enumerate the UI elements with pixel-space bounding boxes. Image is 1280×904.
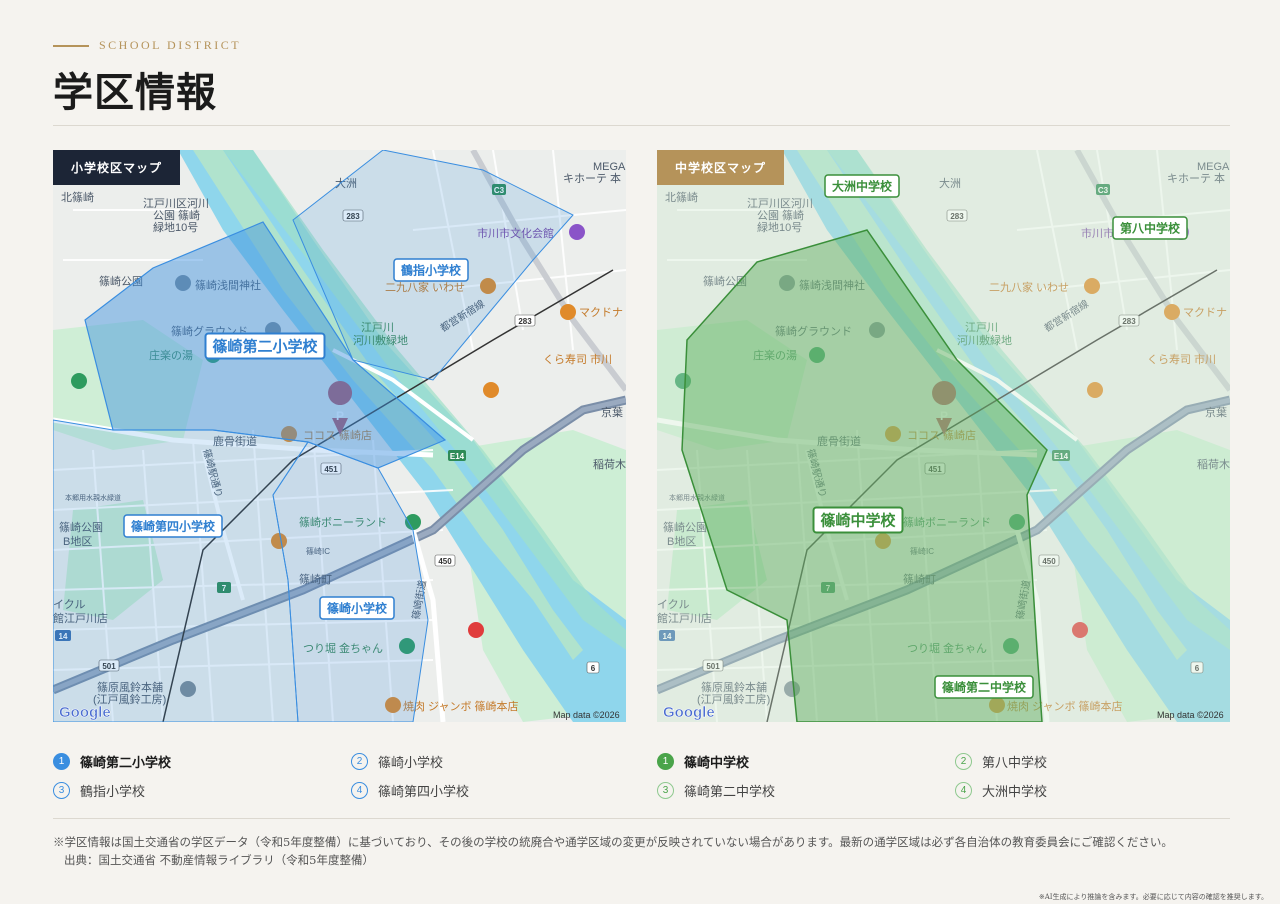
legend-number: 4: [351, 782, 368, 799]
google-logo: Google: [663, 704, 715, 721]
legend-name: 篠崎第二中学校: [684, 785, 776, 800]
eyebrow-text: SCHOOL DISTRICT: [99, 38, 242, 52]
legend-item: 3 篠崎第二中学校: [657, 781, 775, 800]
legend-number: 1: [657, 753, 674, 770]
place-label: MEGA: [593, 161, 626, 173]
legend-name: 篠崎第二小学校: [80, 756, 172, 771]
legend-item: 2 篠崎小学校: [351, 752, 443, 771]
legend-name: 第八中学校: [982, 756, 1048, 771]
note-line: ※学区情報は国土交通省の学区データ（令和5年度整備）に基づいており、その後の学校…: [53, 835, 1173, 849]
legend-name: 鶴指小学校: [80, 785, 146, 800]
school-label: 篠崎第四小学校: [131, 519, 216, 534]
place-label: 北篠崎: [61, 190, 94, 204]
legend-name: 大洲中学校: [982, 785, 1048, 800]
legend-number: 3: [53, 782, 70, 799]
middle-legend: 1 篠崎中学校 2 第八中学校 3 篠崎第二中学校 4 大洲中学校: [657, 750, 1237, 810]
middle-map-label: 中学校区マップ: [657, 150, 785, 185]
road-shield: E14: [450, 452, 465, 461]
school-label: 篠崎中学校: [820, 512, 896, 530]
legend-number: 2: [955, 753, 972, 770]
place-label: 江戸川区河川: [143, 197, 209, 210]
school-label: 篠崎第二小学校: [212, 338, 318, 356]
disclaimer-note: ※学区情報は国土交通省の学区データ（令和5年度整備）に基づいており、その後の学校…: [53, 833, 1173, 869]
elementary-map-panel[interactable]: 小学校区マップ C3 283 283 451 E14 450 7 14 501 …: [53, 150, 626, 722]
legend-number: 2: [351, 753, 368, 770]
middle-map-panel[interactable]: 中学校区マップ C3 283 283 451 E14 450 7 14 501 …: [657, 150, 1230, 722]
map-canvas[interactable]: C3 283 283 451 E14 450 7 14 501 6 北篠崎 大洲…: [657, 150, 1230, 722]
legend-item: 2 第八中学校: [955, 752, 1047, 771]
place-label: くら寿司 市川: [543, 352, 612, 366]
place-label: 焼肉 ジャンボ 篠崎本店: [403, 699, 519, 713]
place-label: 稲荷木: [593, 458, 626, 471]
section-eyebrow: SCHOOL DISTRICT: [53, 38, 241, 53]
divider: [53, 125, 1230, 126]
school-label: 鶴指小学校: [401, 263, 462, 278]
legend-name: 篠崎中学校: [684, 756, 750, 771]
google-logo: Google: [59, 704, 111, 721]
note-source: 出典：国土交通省 不動産情報ライブラリ（令和5年度整備）: [64, 853, 374, 867]
road-shield: 6: [591, 664, 596, 673]
road-shield: 450: [438, 557, 452, 566]
place-label: キホーテ 本: [563, 171, 621, 185]
elementary-map-label: 小学校区マップ: [53, 150, 181, 185]
legend-number: 4: [955, 782, 972, 799]
school-label: 大洲中学校: [832, 179, 893, 194]
divider: [53, 818, 1230, 819]
legend-name: 篠崎小学校: [378, 756, 444, 771]
legend-item: 3 鶴指小学校: [53, 781, 145, 800]
district-overlay: 篠崎中学校 大洲中学校第八中学校篠崎第二中学校: [657, 150, 1230, 722]
legend-name: 篠崎第四小学校: [378, 785, 470, 800]
eyebrow-line: [53, 44, 89, 47]
legend-number: 3: [657, 782, 674, 799]
school-label: 篠崎小学校: [327, 601, 388, 616]
map-attribution: Map data ©2026: [1157, 710, 1224, 720]
school-label: 第八中学校: [1120, 221, 1181, 236]
school-label: 篠崎第二中学校: [942, 680, 1027, 695]
place-label: 公園 篠崎: [153, 208, 200, 222]
map-attribution: Map data ©2026: [553, 710, 620, 720]
legend-item: 1 篠崎第二小学校: [53, 752, 171, 771]
place-label: 京葉: [601, 405, 623, 419]
map-canvas[interactable]: C3 283 283 451 E14 450 7 14 501 6 北篠崎 大洲…: [53, 150, 626, 722]
ai-footer-note: ※AI生成により推論を含みます。必要に応じて内容の確認を推奨します。: [1038, 893, 1268, 901]
place-label: マクドナ: [579, 306, 623, 319]
legend-item: 4 篠崎第四小学校: [351, 781, 469, 800]
legend-item: 1 篠崎中学校: [657, 752, 749, 771]
page-title: 学区情報: [53, 69, 217, 116]
legend-number: 1: [53, 753, 70, 770]
legend-item: 4 大洲中学校: [955, 781, 1047, 800]
elementary-legend: 1 篠崎第二小学校 2 篠崎小学校 3 鶴指小学校 4 篠崎第四小学校: [53, 750, 633, 810]
place-label: 緑地10号: [153, 220, 198, 234]
road-shield: 283: [518, 317, 532, 326]
